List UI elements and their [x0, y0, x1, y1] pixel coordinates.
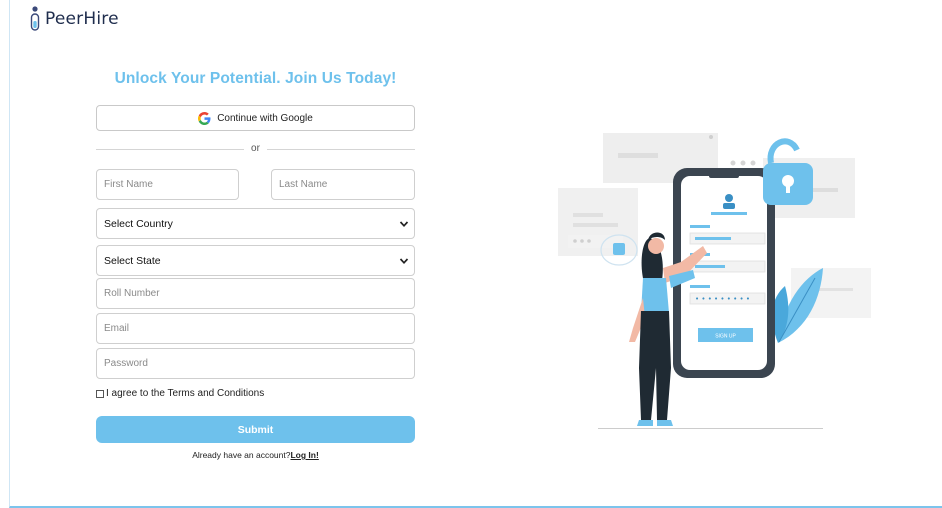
terms-label: I agree to the Terms and Conditions — [106, 388, 265, 399]
form-heading: Unlock Your Potential. Join Us Today! — [114, 70, 397, 87]
google-button-label: Continue with Google — [217, 112, 313, 124]
chevron-down-icon — [399, 220, 409, 227]
last-name-input[interactable] — [271, 169, 415, 200]
brand-name: PeerHire — [45, 9, 119, 29]
country-select-value: Select Country — [104, 217, 173, 230]
signup-illustration: • • • • • • • • • SIGN UP — [558, 133, 871, 429]
lock-icon — [763, 138, 813, 205]
state-select-value: Select State — [104, 254, 161, 267]
peerhire-logo-icon — [30, 6, 40, 31]
or-divider: or — [96, 143, 415, 155]
first-name-input[interactable] — [96, 169, 239, 200]
email-input[interactable] — [96, 313, 415, 344]
login-prompt-text: Already have an account? — [192, 450, 291, 460]
brand-logo[interactable]: PeerHire — [30, 6, 119, 32]
svg-text:• • • • • • • • •: • • • • • • • • • — [695, 295, 750, 303]
submit-button[interactable]: Submit — [96, 416, 415, 443]
ground-line — [598, 428, 823, 429]
chevron-down-icon — [399, 257, 409, 264]
country-select[interactable]: Select Country — [96, 208, 415, 239]
password-input[interactable] — [96, 348, 415, 379]
roll-number-input[interactable] — [96, 278, 415, 309]
illustration-signup-text: SIGN UP — [715, 334, 736, 340]
continue-with-google-button[interactable]: Continue with Google — [96, 105, 415, 131]
state-select[interactable]: Select State — [96, 245, 415, 276]
divider-line-right — [267, 149, 415, 150]
terms-row: I agree to the Terms and Conditions — [96, 388, 264, 399]
login-link[interactable]: Log In! — [290, 450, 318, 460]
terms-checkbox[interactable] — [96, 389, 104, 398]
google-icon — [198, 111, 211, 125]
login-prompt-row: Already have an account?Log In! — [96, 450, 415, 460]
